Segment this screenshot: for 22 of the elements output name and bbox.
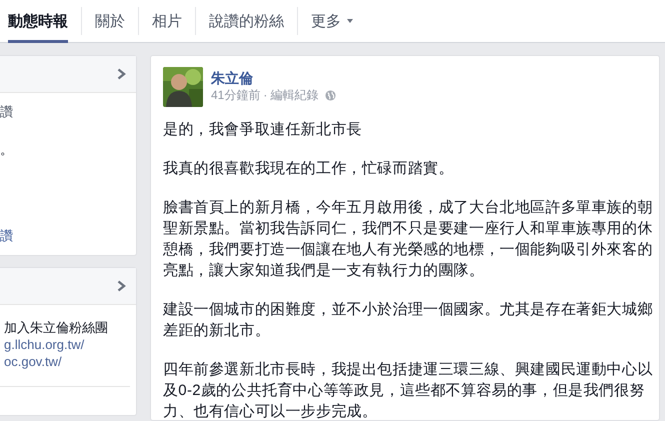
- link[interactable]: 讚: [0, 227, 128, 245]
- link[interactable]: g.llchu.org.tw/: [4, 336, 122, 353]
- caret-icon: [347, 19, 353, 23]
- tab[interactable]: 相片: [139, 0, 195, 42]
- sidebar-text: 讚: [0, 103, 14, 121]
- globe-icon: [325, 90, 336, 101]
- post-paragraph: 是的，我會爭取連任新北市長: [163, 120, 363, 140]
- sidebar-text: 加入朱立倫粉絲團: [4, 319, 109, 336]
- post-paragraph: 我真的很喜歡我現在的工作，忙碌而踏實。: [163, 159, 455, 179]
- link[interactable]: oc.gov.tw/: [4, 353, 122, 370]
- author-name[interactable]: 朱立倫: [211, 70, 336, 87]
- separator-dot: ·: [263, 87, 268, 104]
- sidebar-text: 。: [0, 141, 14, 159]
- post-paragraph: 臉書首頁上的新月橋，今年五月啟用後，成了大台北地區許多單車族的朝聖新景點。當初我告訴同仁，我們不只是要建一座行人和單車族專用的休憩橋，我們要打造一個讓在地人有光榮感的地標，一個能夠吸引外來客的亮點，讓大家知道我們是一支有執行力的團隊。: [163, 198, 654, 281]
- tab[interactable]: 說讚的粉絲: [196, 0, 297, 42]
- chevron-icon[interactable]: [117, 280, 126, 292]
- tab[interactable]: 關於: [82, 0, 138, 42]
- post-paragraph: 建設一個城市的困難度，並不小於治理一個國家。尤其是存在著鉅大城鄉差距的新北市。: [163, 300, 654, 341]
- tab[interactable]: 更多: [298, 0, 366, 42]
- post-paragraph: 四年前參選新北市長時，我提出包括捷運三環三線、興建國民運動中心以及0-2歲的公共托育中心等等政見，這些都不算容易的事，但是我們很努力、也有信心可以一步步完成。: [163, 360, 654, 421]
- chevron-icon[interactable]: [117, 68, 126, 80]
- tab[interactable]: 動態時報: [8, 0, 81, 42]
